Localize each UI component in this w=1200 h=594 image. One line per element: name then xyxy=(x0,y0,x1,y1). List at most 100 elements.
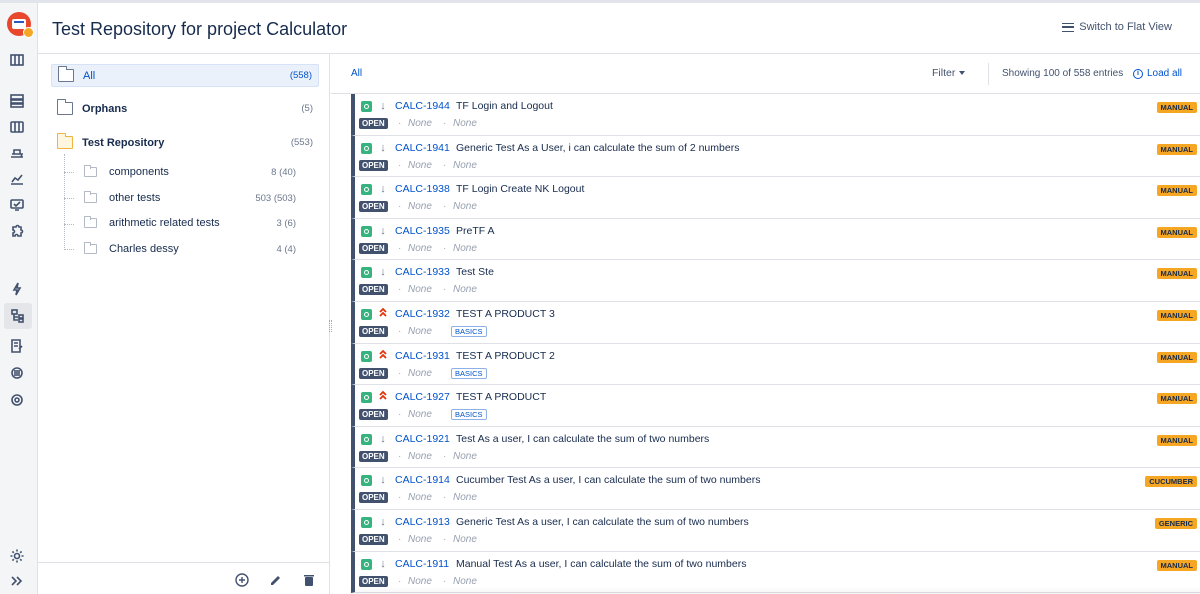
test-row[interactable]: CALC-1931 TEST A PRODUCT 2 OPEN · None BASICS… xyxy=(351,343,1200,386)
reports-icon[interactable] xyxy=(8,170,26,188)
tree-item-count: 3 (6) xyxy=(276,217,296,229)
field-value: None xyxy=(453,533,477,545)
test-key-link[interactable]: CALC-1914 xyxy=(395,474,450,486)
tree-item-count: (5) xyxy=(301,103,313,114)
field-value: None xyxy=(408,118,432,129)
test-key-link[interactable]: CALC-1935 xyxy=(395,225,450,237)
releases-icon[interactable] xyxy=(8,144,26,162)
lightning-icon[interactable] xyxy=(8,280,26,298)
test-summary: Generic Test As a user, I can calculate … xyxy=(456,515,749,528)
app-logo[interactable] xyxy=(7,12,34,38)
board-icon[interactable] xyxy=(8,51,26,69)
tree-guide-line xyxy=(64,198,74,199)
divider xyxy=(988,63,989,85)
test-key-link[interactable]: CALC-1931 xyxy=(395,350,450,362)
test-board-icon[interactable] xyxy=(8,196,26,214)
test-row[interactable]: CALC-1927 TEST A PRODUCT OPEN · None BASICS MA… xyxy=(351,385,1200,427)
switch-flat-view-button[interactable]: Switch to Flat View xyxy=(1062,21,1172,33)
test-summary: TF Login and Logout xyxy=(456,100,553,112)
tree-item-orphans[interactable]: Orphans (5) xyxy=(51,97,319,120)
label-tag[interactable]: BASICS xyxy=(451,325,487,337)
tree-item-count: 8 (40) xyxy=(271,166,296,178)
field-value: None xyxy=(453,450,477,462)
test-runs-icon[interactable] xyxy=(8,364,26,382)
test-type-badge: GENERIC xyxy=(1154,517,1197,529)
separator-dot: · xyxy=(398,450,402,462)
status-badge: OPEN xyxy=(359,450,388,462)
separator-dot: · xyxy=(443,450,447,462)
test-key-link[interactable]: CALC-1932 xyxy=(395,308,450,320)
test-type-icon xyxy=(361,392,372,404)
tree-item-charles-dessy[interactable]: Charles dessy 4 (4) xyxy=(83,239,302,259)
tree-item-label: components xyxy=(109,166,169,178)
separator-dot: · xyxy=(443,492,447,504)
menu-icon xyxy=(1062,22,1075,32)
priority-low-icon: ↓ xyxy=(380,141,386,154)
test-row[interactable]: ↓ CALC-1914 Cucumber Test As a user, I can… xyxy=(351,468,1200,510)
delete-icon[interactable] xyxy=(301,572,317,588)
tree-item-count: (553) xyxy=(290,137,313,148)
status-badge: OPEN xyxy=(359,325,388,337)
columns-icon[interactable] xyxy=(8,118,26,136)
test-row[interactable]: ↓ CALC-1913 Generic Test As a user, I can … xyxy=(351,509,1200,552)
separator-dot: · xyxy=(398,409,402,421)
separator-dot: · xyxy=(398,367,402,379)
test-row[interactable]: ↓ CALC-1935 PreTF A OPEN · None · None MANUAL xyxy=(351,218,1200,261)
add-ons-icon[interactable] xyxy=(8,222,26,240)
test-row[interactable]: ↓ CALC-1921 Test As a user, I can calculat… xyxy=(351,426,1200,469)
tree-item-all[interactable]: All (558) xyxy=(51,64,319,87)
test-key-link[interactable]: CALC-1933 xyxy=(395,266,450,278)
load-all-button[interactable]: i Load all xyxy=(1133,68,1182,79)
test-type-icon xyxy=(361,308,372,320)
field-value: None xyxy=(453,201,477,213)
edit-icon[interactable] xyxy=(268,572,284,588)
tree-item-label: Charles dessy xyxy=(109,243,179,255)
test-plans-icon[interactable] xyxy=(8,337,26,355)
folder-icon xyxy=(83,191,97,203)
add-folder-icon[interactable] xyxy=(234,572,250,588)
folder-icon xyxy=(83,216,97,228)
test-row[interactable]: ↓ CALC-1938 TF Login Create NK Logout OPEN ·… xyxy=(351,177,1200,219)
priority-highest-icon xyxy=(377,307,389,321)
test-key-link[interactable]: CALC-1941 xyxy=(395,142,450,154)
backlog-icon[interactable] xyxy=(8,92,26,110)
folder-icon xyxy=(56,99,73,115)
test-key-link[interactable]: CALC-1921 xyxy=(395,433,450,445)
folder-tree: All (558) Orphans (5) Test Repository (5… xyxy=(38,54,330,594)
test-key-link[interactable]: CALC-1944 xyxy=(395,100,450,112)
tree-item-other-tests[interactable]: other tests 503 (503) xyxy=(83,188,302,208)
load-all-label: Load all xyxy=(1147,68,1183,79)
label-tag[interactable]: BASICS xyxy=(451,409,487,421)
filter-label: Filter xyxy=(932,67,956,79)
separator-dot: · xyxy=(443,201,447,213)
switch-flat-view-label: Switch to Flat View xyxy=(1079,21,1172,33)
breadcrumb[interactable]: All xyxy=(351,68,362,79)
field-value: None xyxy=(408,533,432,545)
tree-item-arithmetic[interactable]: arithmetic related tests 3 (6) xyxy=(83,213,302,233)
test-key-link[interactable]: CALC-1938 xyxy=(395,183,450,195)
settings-icon[interactable] xyxy=(8,547,26,565)
test-repository-icon[interactable] xyxy=(4,303,32,329)
test-key-link[interactable]: CALC-1913 xyxy=(395,516,450,528)
test-row[interactable]: CALC-1932 TEST A PRODUCT 3 OPEN · None BASICS… xyxy=(351,301,1200,344)
tree-item-label: arithmetic related tests xyxy=(109,217,220,229)
test-summary: Manual Test As a user, I can calculate t… xyxy=(456,557,747,570)
priority-low-icon: ↓ xyxy=(380,474,386,487)
test-row[interactable]: ↓ CALC-1941 Generic Test As a User, i can … xyxy=(351,135,1200,178)
test-row[interactable]: ↓ CALC-1944 TF Login and Logout OPEN · None · N… xyxy=(351,94,1200,136)
test-key-link[interactable]: CALC-1927 xyxy=(395,391,450,403)
tree-item-components[interactable]: components 8 (40) xyxy=(83,162,302,182)
components-icon[interactable] xyxy=(8,391,26,409)
test-row[interactable]: ↓ CALC-1933 Test Ste OPEN · None · None MANUAL xyxy=(351,260,1200,302)
separator-dot: · xyxy=(398,575,402,587)
test-type-badge: MANUAL xyxy=(1156,309,1197,321)
filter-dropdown[interactable]: Filter xyxy=(932,67,966,79)
expand-icon[interactable] xyxy=(8,572,26,590)
tree-item-test-repository[interactable]: Test Repository (553) xyxy=(51,131,319,154)
label-tag[interactable]: BASICS xyxy=(451,367,487,379)
test-summary: Generic Test As a User, i can calculate … xyxy=(456,141,740,154)
tree-guide-line xyxy=(64,249,74,250)
tree-item-label: Orphans xyxy=(82,102,128,115)
status-badge: OPEN xyxy=(359,533,388,545)
test-key-link[interactable]: CALC-1911 xyxy=(395,558,449,570)
